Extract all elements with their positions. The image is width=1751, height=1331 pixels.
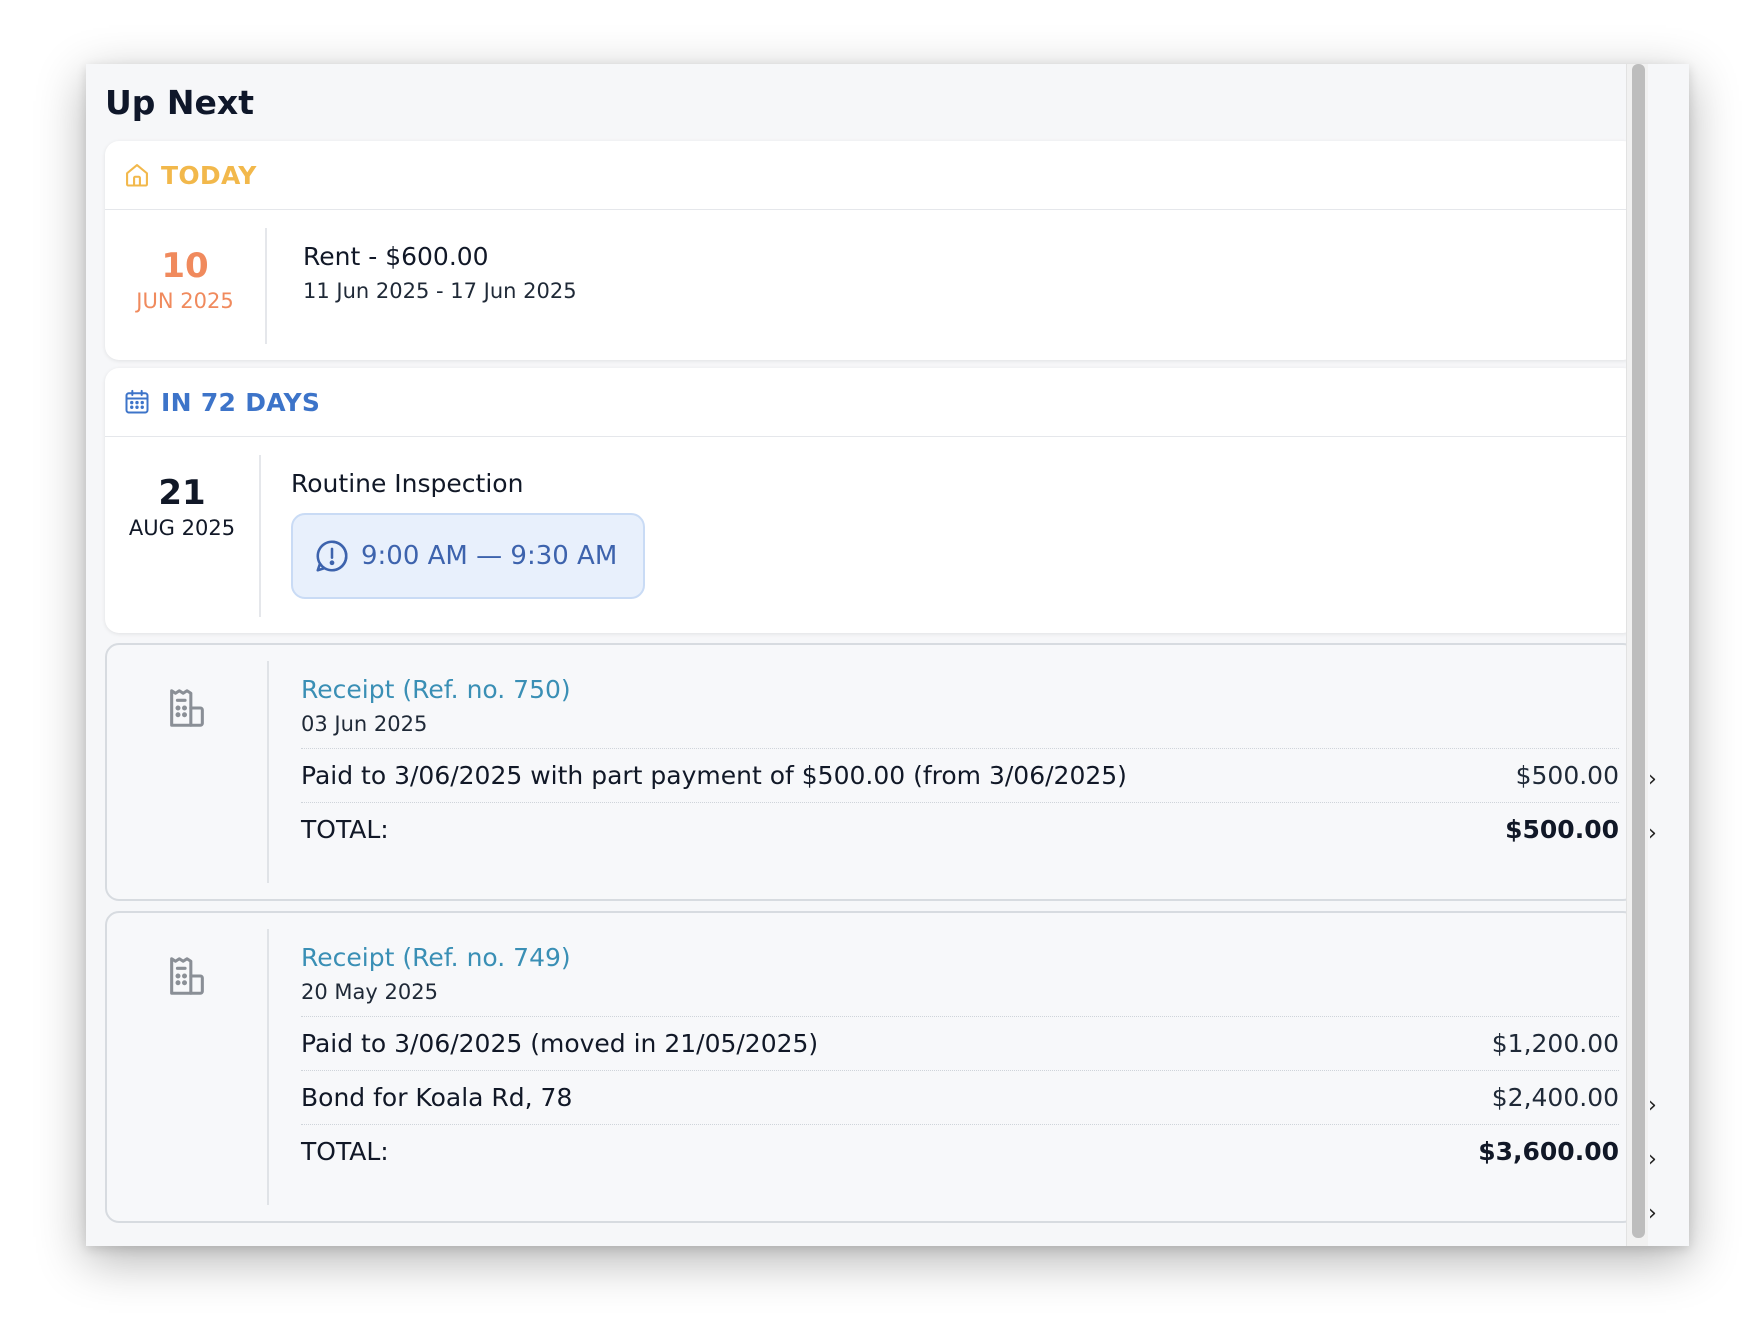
receipt-title-link[interactable]: Receipt (Ref. no. 749): [301, 943, 1619, 972]
today-event-dates: 11 Jun 2025 - 17 Jun 2025: [303, 279, 577, 303]
receipt-line-item: Bond for Koala Rd, 78 $2,400.00: [301, 1070, 1619, 1124]
total-amount: $3,600.00: [1478, 1137, 1619, 1166]
receipt-total-row: TOTAL: $3,600.00: [301, 1124, 1619, 1178]
upcoming-event-info: Routine Inspection 9:00 AM — 9:30 AM: [261, 455, 646, 617]
upcoming-event-title: Routine Inspection: [291, 469, 524, 498]
line-item-amount: $1,200.00: [1491, 1029, 1619, 1058]
vertical-scrollbar[interactable]: [1626, 64, 1648, 1246]
receipt-details: Receipt (Ref. no. 749) 20 May 2025 Paid …: [269, 929, 1619, 1205]
today-event-info: Rent - $600.00 11 Jun 2025 - 17 Jun 2025: [267, 228, 577, 344]
scrollbar-thumb[interactable]: [1632, 64, 1645, 1238]
today-day: 10: [161, 246, 209, 286]
receipt-total-row: TOTAL: $500.00: [301, 802, 1619, 856]
receipt-line-item: Paid to 3/06/2025 (moved in 21/05/2025) …: [301, 1016, 1619, 1070]
event-time-pill[interactable]: 9:00 AM — 9:30 AM: [291, 513, 646, 599]
upcoming-date-block: 21 AUG 2025: [105, 455, 261, 617]
receipt-title-link[interactable]: Receipt (Ref. no. 750): [301, 675, 1619, 704]
chevron-right-icon[interactable]: ›: [1648, 821, 1657, 846]
upcoming-event-card[interactable]: IN 72 DAYS 21 AUG 2025 Routine Inspectio…: [105, 368, 1637, 633]
receipt-date: 03 Jun 2025: [301, 712, 428, 736]
receipt-icon: [164, 953, 210, 999]
today-month-year: JUN 2025: [136, 289, 234, 314]
line-item-label: Bond for Koala Rd, 78: [301, 1083, 573, 1112]
line-item-amount: $500.00: [1515, 761, 1619, 790]
today-date-block: 10 JUN 2025: [105, 228, 267, 344]
receipt-lines: Paid to 3/06/2025 with part payment of $…: [301, 748, 1619, 856]
receipt-icon: [164, 685, 210, 731]
receipt-card[interactable]: Receipt (Ref. no. 750) 03 Jun 2025 Paid …: [105, 643, 1637, 901]
upcoming-month-year: AUG 2025: [128, 516, 236, 541]
receipt-icon-column: [107, 661, 269, 883]
receipt-details: Receipt (Ref. no. 750) 03 Jun 2025 Paid …: [269, 661, 1619, 883]
receipt-date: 20 May 2025: [301, 980, 438, 1004]
receipt-icon-column: [107, 929, 269, 1205]
receipt-lines: Paid to 3/06/2025 (moved in 21/05/2025) …: [301, 1016, 1619, 1178]
page-title: Up Next: [105, 83, 254, 122]
line-item-label: Paid to 3/06/2025 with part payment of $…: [301, 761, 1127, 790]
calendar-icon: [123, 388, 151, 416]
total-label: TOTAL:: [301, 1137, 389, 1166]
up-next-scroll-area[interactable]: Up Next TODAY 10 JUN 2025 Rent - $600.00…: [86, 64, 1646, 1246]
upcoming-header: IN 72 DAYS: [105, 368, 1637, 437]
up-next-window: Up Next TODAY 10 JUN 2025 Rent - $600.00…: [86, 64, 1689, 1246]
total-label: TOTAL:: [301, 815, 389, 844]
receipt-line-item: Paid to 3/06/2025 with part payment of $…: [301, 748, 1619, 802]
today-event-title: Rent - $600.00: [303, 242, 489, 271]
chevron-right-icon[interactable]: ›: [1648, 1147, 1657, 1172]
today-heading: TODAY: [161, 160, 257, 190]
today-header: TODAY: [105, 141, 1637, 210]
line-item-label: Paid to 3/06/2025 (moved in 21/05/2025): [301, 1029, 819, 1058]
today-event-card[interactable]: TODAY 10 JUN 2025 Rent - $600.00 11 Jun …: [105, 141, 1637, 360]
chevron-right-icon[interactable]: ›: [1648, 767, 1657, 792]
alert-clock-icon: [313, 537, 351, 575]
chevron-right-icon[interactable]: ›: [1648, 1093, 1657, 1118]
clipped-adjacent-column: › › › › ›: [1648, 64, 1689, 1246]
upcoming-day: 21: [158, 473, 206, 513]
line-item-amount: $2,400.00: [1491, 1083, 1619, 1112]
home-icon: [123, 161, 151, 189]
upcoming-heading: IN 72 DAYS: [161, 387, 321, 417]
event-time-range: 9:00 AM — 9:30 AM: [361, 541, 618, 571]
chevron-right-icon[interactable]: ›: [1648, 1201, 1657, 1226]
total-amount: $500.00: [1505, 815, 1619, 844]
receipt-card[interactable]: Receipt (Ref. no. 749) 20 May 2025 Paid …: [105, 911, 1637, 1223]
